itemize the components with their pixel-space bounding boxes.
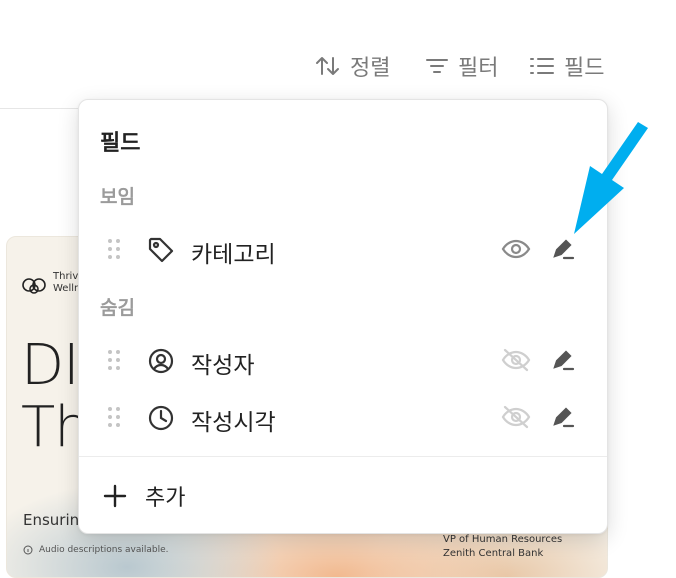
eye-off-icon[interactable] bbox=[501, 405, 531, 429]
sort-button[interactable]: 정렬 bbox=[314, 48, 390, 84]
fields-popover: 필드 보임 카테고리 숨김 작성자 작성시각 추가 bbox=[78, 99, 608, 534]
sort-label: 정렬 bbox=[350, 56, 391, 81]
plus-icon bbox=[103, 484, 127, 508]
audio-note: Audio descriptions available. bbox=[23, 545, 169, 555]
fields-label: 필드 bbox=[564, 56, 605, 81]
drag-handle-icon[interactable] bbox=[107, 349, 121, 371]
divider bbox=[79, 456, 607, 457]
sort-icon bbox=[316, 57, 339, 75]
clock-icon bbox=[148, 405, 174, 431]
field-label: 작성시각 bbox=[191, 410, 276, 436]
fields-button[interactable]: 필드 bbox=[528, 48, 604, 84]
filter-icon bbox=[426, 59, 448, 73]
divider bbox=[0, 108, 90, 109]
list-icon bbox=[530, 58, 554, 74]
user-circle-icon bbox=[148, 348, 174, 374]
card-person: VP of Human Resources Zenith Central Ban… bbox=[443, 534, 563, 559]
filter-button[interactable]: 필터 bbox=[424, 48, 498, 84]
add-field-button[interactable]: 추가 bbox=[103, 480, 185, 512]
tag-icon bbox=[148, 237, 174, 263]
add-label: 추가 bbox=[145, 486, 186, 511]
field-row-category[interactable]: 카테고리 bbox=[79, 225, 607, 273]
eye-icon[interactable] bbox=[501, 237, 531, 261]
field-row-created-time[interactable]: 작성시각 bbox=[79, 393, 607, 441]
field-label: 작성자 bbox=[191, 353, 255, 379]
drag-handle-icon[interactable] bbox=[107, 406, 121, 428]
edit-icon[interactable] bbox=[551, 348, 575, 372]
annotation-arrow-icon bbox=[574, 122, 648, 234]
visible-section-label: 보임 bbox=[100, 186, 135, 208]
eye-off-icon[interactable] bbox=[501, 348, 531, 372]
popover-title: 필드 bbox=[100, 131, 141, 156]
filter-label: 필터 bbox=[458, 56, 499, 81]
field-row-author[interactable]: 작성자 bbox=[79, 336, 607, 384]
edit-icon[interactable] bbox=[551, 405, 575, 429]
card-brand: Thriv Welln bbox=[53, 271, 81, 294]
hidden-section-label: 숨김 bbox=[100, 297, 135, 319]
drag-handle-icon[interactable] bbox=[107, 238, 121, 260]
edit-icon[interactable] bbox=[551, 237, 575, 261]
toolbar: 정렬 필터 필드 bbox=[0, 48, 676, 84]
field-label: 카테고리 bbox=[191, 242, 276, 268]
brand-logo-icon bbox=[22, 278, 46, 294]
info-icon bbox=[23, 545, 33, 555]
